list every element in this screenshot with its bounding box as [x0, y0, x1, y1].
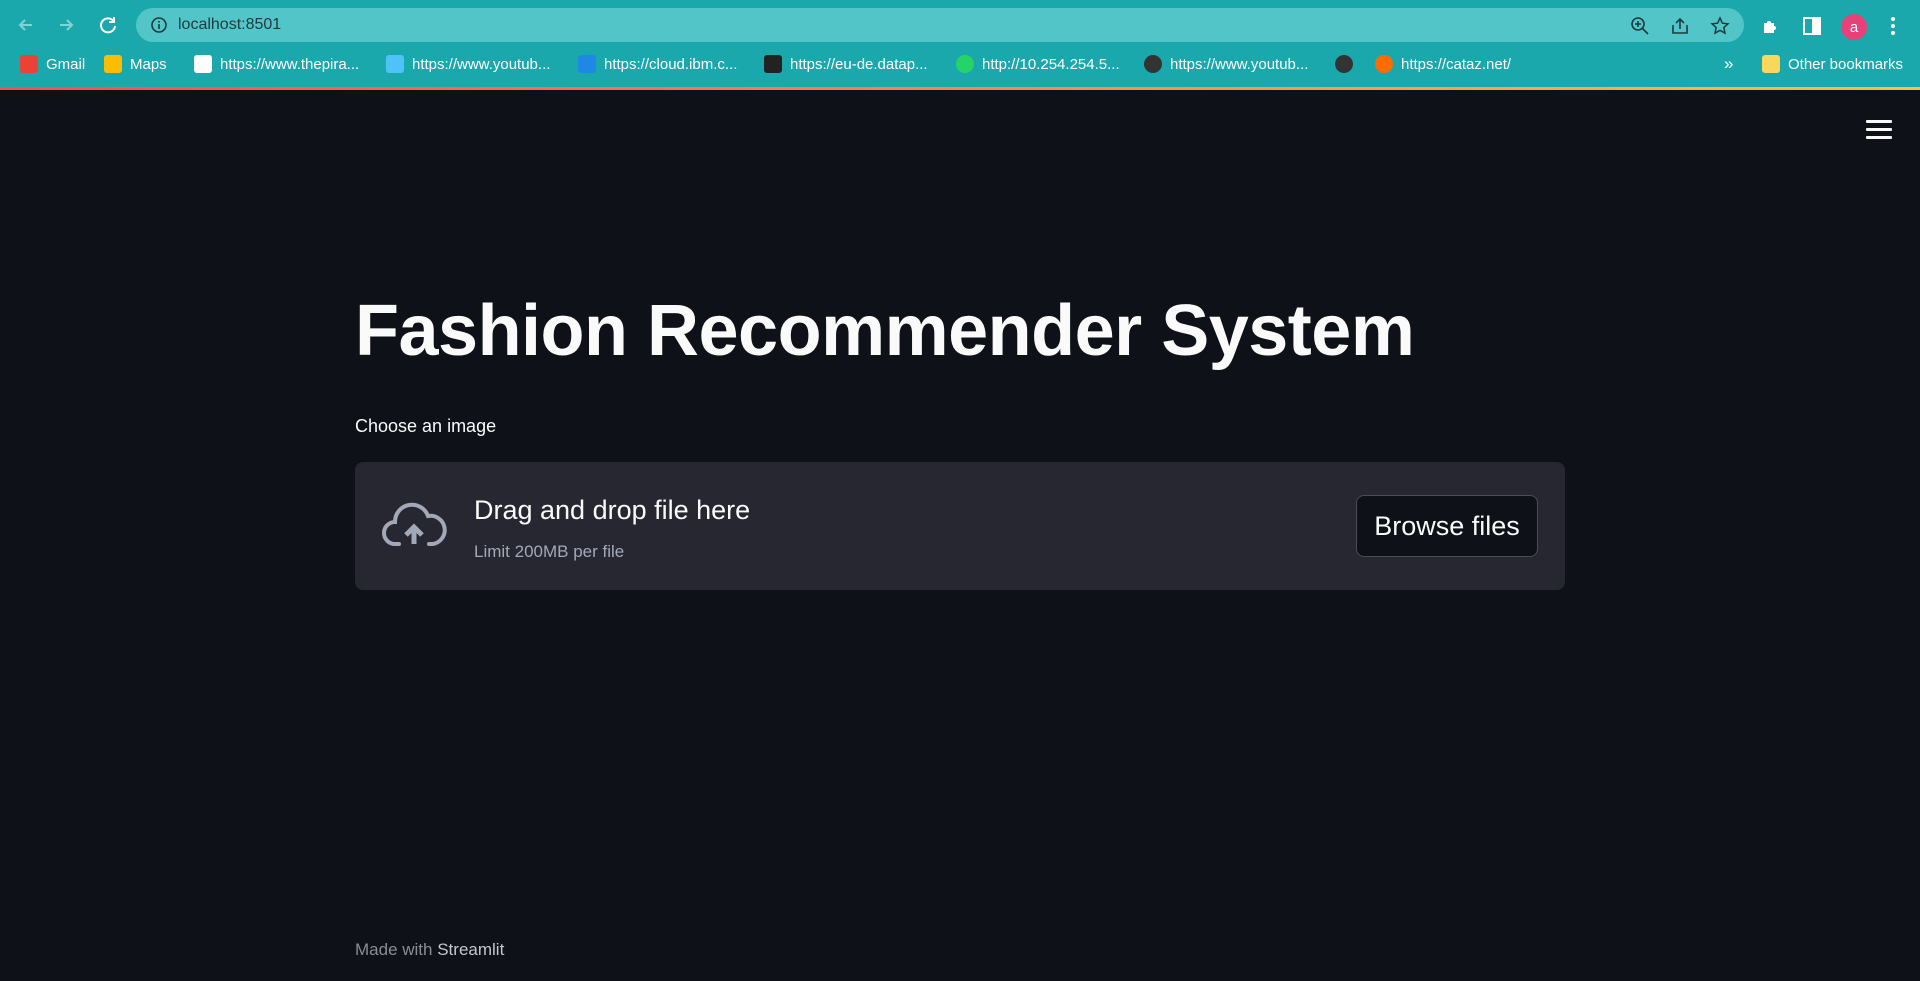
folder-icon: [1762, 55, 1780, 73]
bookmark-item[interactable]: https://eu-de.datap...: [764, 52, 928, 76]
ibm-cloud-icon: [578, 55, 596, 73]
maps-icon: [104, 55, 122, 73]
datap-icon: [764, 55, 782, 73]
bookmark-item[interactable]: https://www.youtub...: [386, 52, 550, 76]
piratebay-icon: [194, 55, 212, 73]
extensions-icon[interactable]: [1760, 15, 1782, 37]
zoom-icon[interactable]: [1630, 16, 1650, 36]
back-button[interactable]: [14, 13, 38, 37]
share-icon[interactable]: [1670, 16, 1690, 36]
bookmark-item[interactable]: https://cloud.ibm.c...: [578, 52, 737, 76]
whatsapp-icon: [956, 55, 974, 73]
youtube-icon: [386, 55, 404, 73]
site-info-icon[interactable]: [150, 16, 168, 34]
address-bar[interactable]: localhost:8501: [136, 8, 1744, 42]
gmail-icon: [20, 55, 38, 73]
play-icon: [1375, 55, 1393, 73]
uploader-label: Choose an image: [355, 416, 497, 436]
bookmark-item[interactable]: Maps: [104, 52, 167, 76]
forward-arrow-icon: [60, 19, 74, 31]
browser-toolbar: localhost:8501 a: [0, 5, 1920, 45]
bookmark-item[interactable]: http://10.254.254.5...: [956, 52, 1120, 76]
globe-icon: [1144, 55, 1162, 73]
dropzone-limit: Limit 200MB per file: [474, 542, 625, 561]
side-panel-icon[interactable]: [1801, 15, 1823, 37]
cloud-upload-icon: [382, 502, 447, 546]
dropzone-instructions: Drag and drop file here: [474, 495, 751, 525]
more-bookmarks-button[interactable]: »: [1724, 52, 1733, 76]
url-text[interactable]: localhost:8501: [178, 16, 281, 34]
bookmark-item[interactable]: https://cataz.net/: [1375, 52, 1511, 76]
footer: Made with Streamlit: [355, 940, 504, 960]
profile-avatar[interactable]: a: [1841, 14, 1867, 40]
bookmark-item[interactable]: https://www.thepira...: [194, 52, 359, 76]
footer-prefix: Made with: [355, 940, 433, 959]
browser-chrome: localhost:8501 a Gmail Maps https://www.…: [0, 0, 1920, 90]
globe-icon: [1335, 55, 1353, 73]
bookmark-item[interactable]: Gmail: [20, 52, 85, 76]
bookmarks-bar: Gmail Maps https://www.thepira... https:…: [0, 49, 1920, 79]
bookmark-item[interactable]: [1335, 52, 1361, 76]
kebab-menu-icon[interactable]: [1882, 15, 1904, 37]
back-arrow-icon: [18, 19, 32, 31]
page-title: Fashion Recommender System: [355, 291, 1415, 371]
file-dropzone[interactable]: Drag and drop file here Limit 200MB per …: [355, 462, 1565, 590]
bookmark-item[interactable]: https://www.youtub...: [1144, 52, 1308, 76]
bookmark-star-icon[interactable]: [1710, 16, 1730, 36]
other-bookmarks[interactable]: Other bookmarks: [1762, 52, 1903, 76]
hamburger-menu-icon[interactable]: [1866, 120, 1894, 142]
reload-button[interactable]: [96, 13, 120, 37]
browse-files-button[interactable]: Browse files: [1356, 495, 1538, 557]
forward-button[interactable]: [54, 13, 78, 37]
streamlit-link[interactable]: Streamlit: [437, 940, 504, 959]
reload-icon: [100, 17, 116, 34]
streamlit-decoration-bar: [0, 87, 1920, 90]
